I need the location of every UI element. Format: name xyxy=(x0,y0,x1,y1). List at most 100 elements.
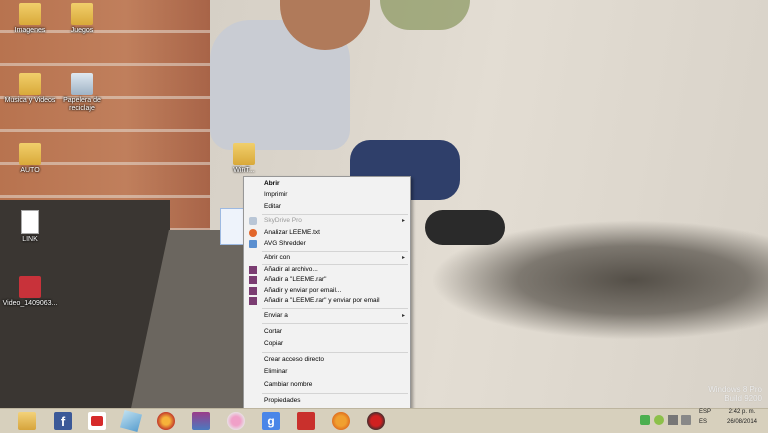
menu-item-label: Añadir a "LEEME.rar" y enviar por email xyxy=(264,297,380,304)
menu-item-cortar[interactable]: Cortar xyxy=(244,327,410,337)
language-indicator[interactable]: ESP ES xyxy=(699,409,711,425)
cloud-icon xyxy=(249,217,257,225)
desktop-icon-label: AUTO xyxy=(20,167,40,174)
menu-item-label: AVG Shredder xyxy=(264,240,306,247)
tray-volume-icon[interactable] xyxy=(681,415,691,425)
recycle-bin-icon xyxy=(71,73,93,95)
menu-item-label: Crear acceso directo xyxy=(264,356,324,363)
chrome-like-icon[interactable] xyxy=(157,412,175,430)
menu-item-label: Enviar a xyxy=(264,312,288,319)
watermark-edition: Windows 8 Pro xyxy=(708,385,762,394)
winrar-icon xyxy=(249,297,257,305)
menu-item-label: Cambiar nombre xyxy=(264,381,313,388)
menu-item-abrir-con[interactable]: Abrir con ▸ xyxy=(244,253,410,263)
desktop-icon-auto[interactable]: AUTO xyxy=(0,143,60,175)
menu-separator xyxy=(262,323,408,324)
game-icon[interactable] xyxy=(367,412,385,430)
menu-item-anadir-archivo[interactable]: Añadir al archivo... xyxy=(244,265,410,275)
folder-icon xyxy=(233,143,255,165)
menu-item-cambiar-nombre[interactable]: Cambiar nombre xyxy=(244,380,410,390)
desktop-icon-label: Juegos xyxy=(70,27,94,34)
desktop-icon-label: Musica y Videos xyxy=(4,97,56,104)
menu-item-label: Añadir y enviar por email... xyxy=(264,287,342,294)
clock-date: 26/08/2014 xyxy=(726,419,758,425)
menu-item-eliminar[interactable]: Eliminar xyxy=(244,367,410,377)
menu-item-copiar[interactable]: Copiar xyxy=(244,339,410,349)
shredder-icon xyxy=(249,240,257,248)
desktop-icon-papelera[interactable]: Papelera de reciclaje xyxy=(52,73,112,113)
desktop-icon-imagenes[interactable]: Imagenes xyxy=(0,3,60,35)
menu-item-label: Añadir a "LEEME.rar" xyxy=(264,276,327,283)
menu-item-label: Analizar LEEME.txt xyxy=(264,229,320,236)
winrar-icon[interactable] xyxy=(192,412,210,430)
tray-flag-icon[interactable] xyxy=(640,415,650,425)
pdf-icon[interactable] xyxy=(297,412,315,430)
tray-network-icon[interactable] xyxy=(668,415,678,425)
menu-item-label: Cortar xyxy=(264,328,283,335)
menu-item-skydrive[interactable]: SkyDrive Pro ▸ xyxy=(244,216,410,226)
winrar-icon xyxy=(249,276,257,284)
folder-icon xyxy=(71,3,93,25)
file-explorer-icon[interactable] xyxy=(18,412,36,430)
desktop-icon-video[interactable]: Video_1409063... xyxy=(0,276,60,308)
video-icon xyxy=(19,276,41,298)
menu-item-imprimir[interactable]: Imprimir xyxy=(244,190,410,200)
app-icon[interactable] xyxy=(119,409,143,433)
menu-separator xyxy=(262,308,408,309)
java-icon[interactable] xyxy=(332,412,350,430)
menu-separator xyxy=(262,214,408,215)
clock-time: 2:42 p. m. xyxy=(728,409,756,415)
menu-item-enviar-a[interactable]: Enviar a ▸ xyxy=(244,311,410,321)
submenu-arrow-icon: ▸ xyxy=(401,313,405,319)
selected-file-icon[interactable] xyxy=(220,208,244,245)
desktop-icon-label: Papelera de reciclaje xyxy=(63,97,101,112)
desktop-icon-label: Imagenes xyxy=(14,27,46,34)
menu-item-propiedades[interactable]: Propiedades xyxy=(244,396,410,406)
desktop-icon-juegos[interactable]: Juegos xyxy=(52,3,112,35)
menu-item-anadir-rar-email[interactable]: Añadir a "LEEME.rar" y enviar por email xyxy=(244,296,410,306)
menu-item-label: Copiar xyxy=(264,340,284,347)
menu-separator xyxy=(262,352,408,353)
desktop-icon-wint[interactable]: WinT... xyxy=(214,143,274,175)
youtube-play-shape xyxy=(91,416,103,426)
menu-item-shredder[interactable]: AVG Shredder xyxy=(244,239,410,249)
windows-watermark: Windows 8 Pro Build 9200 xyxy=(708,385,762,403)
youtube-icon[interactable] xyxy=(88,412,106,430)
menu-separator xyxy=(262,393,408,394)
language-top: ESP xyxy=(699,409,712,415)
menu-item-label: Propiedades xyxy=(264,397,301,404)
folder-icon xyxy=(19,73,41,95)
desktop-icon-link[interactable]: LINK xyxy=(0,210,60,244)
menu-item-label: Eliminar xyxy=(264,368,288,375)
document-icon xyxy=(21,210,39,234)
grass xyxy=(380,0,470,30)
menu-item-editar[interactable]: Editar xyxy=(244,202,410,212)
folder-icon xyxy=(19,143,41,165)
menu-item-crear-acceso[interactable]: Crear acceso directo xyxy=(244,355,410,365)
menu-item-anadir-email[interactable]: Añadir y enviar por email... xyxy=(244,286,410,296)
taskbar: f g xyxy=(0,408,768,433)
menu-item-label: Abrir xyxy=(264,180,280,187)
winrar-icon xyxy=(249,266,257,274)
desktop-icon-label: Video_1409063... xyxy=(2,300,58,307)
facebook-icon[interactable]: f xyxy=(54,412,72,430)
desktop-icon-label: WinT... xyxy=(233,167,255,174)
submenu-arrow-icon: ▸ xyxy=(401,218,405,224)
menu-item-label: Abrir con xyxy=(264,254,291,261)
menu-item-label: Añadir al archivo... xyxy=(264,266,318,273)
menu-item-label: Editar xyxy=(264,203,281,210)
tray-av-icon[interactable] xyxy=(654,415,664,425)
menu-item-label: SkyDrive Pro xyxy=(264,217,302,224)
boy-shoe xyxy=(425,210,505,245)
google-icon[interactable]: g xyxy=(262,412,280,430)
desktop-icon-musica[interactable]: Musica y Videos xyxy=(0,73,60,105)
menu-item-analizar[interactable]: Analizar LEEME.txt xyxy=(244,228,410,238)
context-menu: Abrir Imprimir Editar SkyDrive Pro ▸ Ana… xyxy=(243,176,411,410)
avg-scan-icon xyxy=(249,229,257,237)
winrar-icon xyxy=(249,287,257,295)
menu-item-abrir[interactable]: Abrir xyxy=(244,179,410,189)
flower-icon[interactable] xyxy=(227,412,245,430)
clock[interactable]: 2:42 p. m. 26/08/2014 xyxy=(720,409,764,425)
folder-icon xyxy=(19,3,41,25)
menu-item-anadir-rar[interactable]: Añadir a "LEEME.rar" xyxy=(244,275,410,285)
